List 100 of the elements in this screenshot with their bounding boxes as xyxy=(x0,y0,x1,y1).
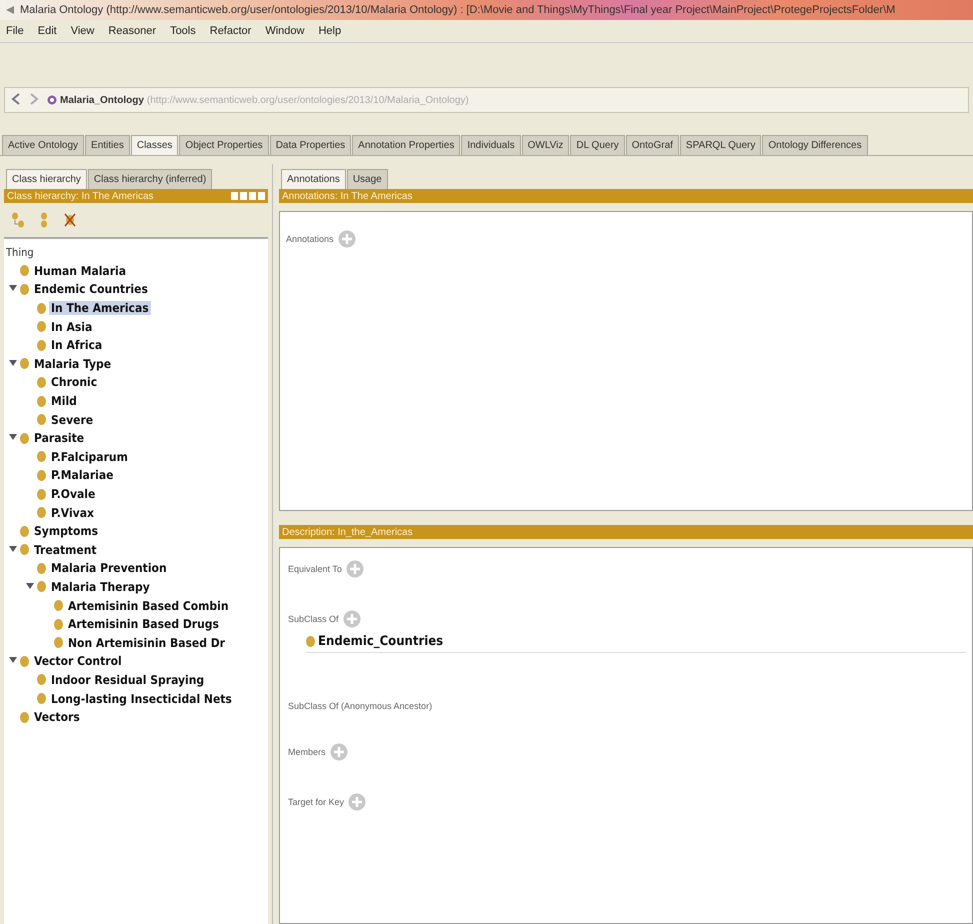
tab[interactable]: Entities xyxy=(85,135,130,155)
tree-root-item[interactable]: Thing xyxy=(6,246,34,259)
class-expression[interactable]: Endemic_Countries xyxy=(318,634,444,649)
section-label: Annotations xyxy=(286,234,334,244)
menu-item[interactable]: Reasoner xyxy=(108,25,156,37)
class-icon xyxy=(37,376,46,388)
ontology-name: Malaria_Ontology xyxy=(60,94,144,106)
section-label: SubClass Of (Anonymous Ancestor) xyxy=(288,701,432,711)
class-icon xyxy=(20,265,29,276)
menu-item[interactable]: Edit xyxy=(38,25,57,37)
class-icon xyxy=(37,693,46,704)
menu-item[interactable]: Help xyxy=(318,25,342,37)
class-icon xyxy=(37,470,46,481)
tab[interactable]: SPARQL Query xyxy=(680,135,762,155)
tree-item[interactable]: Artemisinin Based Combin xyxy=(66,598,231,613)
class-icon xyxy=(20,526,29,537)
section-label: Members xyxy=(288,747,326,757)
class-icon xyxy=(37,507,46,518)
tree-item[interactable]: Malaria Prevention xyxy=(49,561,169,576)
expanded-icon[interactable] xyxy=(8,544,16,553)
tree-item[interactable]: Parasite xyxy=(32,431,86,446)
tree-item[interactable]: Chronic xyxy=(49,375,100,390)
tab[interactable]: Object Properties xyxy=(179,135,269,155)
class-icon xyxy=(54,618,63,630)
tree-item[interactable]: Artemisinin Based Drugs xyxy=(66,617,221,632)
class-icon xyxy=(37,321,46,332)
tree-item[interactable]: In The Americas xyxy=(49,301,151,316)
expanded-icon[interactable] xyxy=(8,284,16,292)
tab[interactable]: Class hierarchy (inferred) xyxy=(88,169,212,189)
expanded-icon[interactable] xyxy=(8,358,16,367)
class-icon xyxy=(54,600,63,612)
tree-item[interactable]: In Asia xyxy=(49,320,94,334)
tree-item[interactable]: P.Ovale xyxy=(49,487,98,502)
expanded-icon[interactable] xyxy=(8,433,16,442)
window-title: Malaria Ontology (http://www.semanticweb.org/user/ontologies/2013/10/Malaria Ontology) : [D:\Movie and Things\MyThings\Final year Project\MainProject\ProtegeProjectsFolder\M xyxy=(20,4,896,16)
class-icon xyxy=(54,637,63,648)
tree-item[interactable]: Mild xyxy=(49,394,79,408)
expanded-icon[interactable] xyxy=(26,582,34,590)
tab[interactable]: Classes xyxy=(130,135,178,155)
class-icon xyxy=(37,581,46,592)
tree-item[interactable]: P.Malariae xyxy=(49,468,116,482)
add-subclass-icon[interactable] xyxy=(11,211,25,229)
add-icon[interactable] xyxy=(338,230,356,248)
tab[interactable]: Usage xyxy=(346,169,388,189)
panel-title: Annotations: In The Americas xyxy=(282,190,412,202)
class-icon xyxy=(37,340,46,351)
section-label: Target for Key xyxy=(288,797,344,807)
tree-item[interactable]: Severe xyxy=(49,412,96,427)
tree-item[interactable]: P.Vivax xyxy=(49,506,96,520)
add-icon[interactable] xyxy=(346,560,364,578)
tab[interactable]: DL Query xyxy=(570,135,625,155)
tree-item[interactable]: P.Falciparum xyxy=(49,450,130,464)
menu-item[interactable]: Window xyxy=(265,25,304,37)
menu-item[interactable]: Tools xyxy=(170,25,196,37)
view-controls-icon[interactable] xyxy=(231,191,265,201)
delete-class-icon[interactable] xyxy=(63,211,77,229)
tab[interactable]: Class hierarchy xyxy=(6,169,87,189)
add-icon[interactable] xyxy=(330,743,348,761)
tab[interactable]: OWLViz xyxy=(522,135,570,155)
class-icon xyxy=(20,358,29,370)
class-icon xyxy=(37,396,46,407)
tree-item[interactable]: Non Artemisinin Based Dr xyxy=(66,636,228,650)
tab[interactable]: Active Ontology xyxy=(2,135,84,155)
tab[interactable]: Ontology Differences xyxy=(762,135,868,155)
section-label: Equivalent To xyxy=(288,564,342,574)
tree-item[interactable]: Malaria Type xyxy=(32,356,114,371)
tree-item[interactable]: Symptoms xyxy=(32,524,100,538)
class-icon xyxy=(20,284,29,295)
class-icon xyxy=(37,414,46,426)
tree-item[interactable]: Long-lasting Insecticidal Nets xyxy=(49,692,234,706)
tree-item[interactable]: Malaria Therapy xyxy=(49,580,152,594)
ontology-icon xyxy=(47,95,57,105)
menu-item[interactable]: Refactor xyxy=(210,25,252,37)
tab[interactable]: Individuals xyxy=(461,135,521,155)
tree-item[interactable]: Endemic Countries xyxy=(32,282,150,296)
add-icon[interactable] xyxy=(348,793,366,811)
tab[interactable]: Annotation Properties xyxy=(352,135,460,155)
tree-item[interactable]: Human Malaria xyxy=(32,264,128,278)
app-icon xyxy=(4,4,16,16)
class-icon xyxy=(20,544,29,556)
menu-item[interactable]: File xyxy=(6,25,24,37)
tab[interactable]: OntoGraf xyxy=(626,135,679,155)
tab[interactable]: Data Properties xyxy=(270,135,352,155)
panel-title: Class hierarchy: In The Americas xyxy=(7,190,154,202)
class-icon xyxy=(37,451,46,462)
menu-item[interactable]: View xyxy=(70,25,94,37)
add-sibling-icon[interactable] xyxy=(39,211,49,229)
class-icon xyxy=(37,488,46,500)
tree-item[interactable]: Vector Control xyxy=(32,654,124,668)
expanded-icon[interactable] xyxy=(8,656,16,664)
tree-item[interactable]: Vectors xyxy=(32,710,82,724)
tree-item[interactable]: Treatment xyxy=(32,542,99,557)
class-icon xyxy=(37,562,46,574)
tree-item[interactable]: In Africa xyxy=(49,338,104,352)
class-icon xyxy=(306,636,315,647)
class-icon xyxy=(37,302,46,314)
section-label: SubClass Of xyxy=(288,614,339,624)
add-icon[interactable] xyxy=(342,610,361,628)
tree-item[interactable]: Indoor Residual Spraying xyxy=(49,672,206,687)
tab[interactable]: Annotations xyxy=(281,169,346,189)
